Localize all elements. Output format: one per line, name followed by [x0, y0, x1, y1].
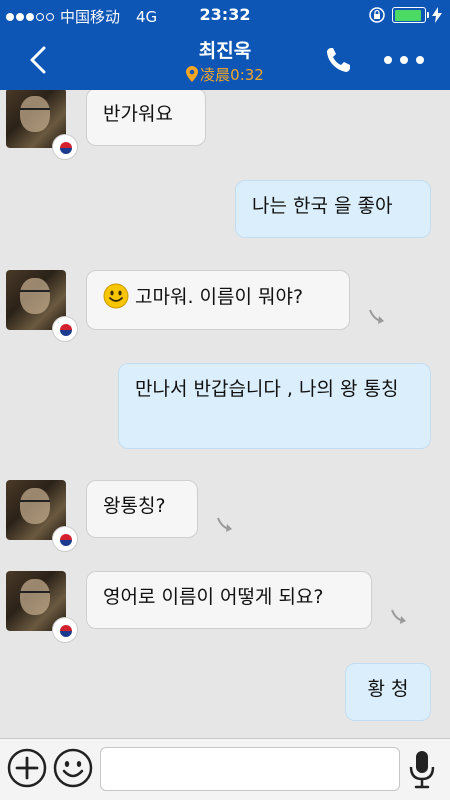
contact-avatar[interactable]: [6, 270, 78, 342]
more-dots-icon[interactable]: [384, 56, 424, 66]
battery-icon: [392, 7, 429, 23]
plus-circle-icon[interactable]: [6, 747, 48, 789]
message-bubble-outgoing[interactable]: 나는 한국 을 좋아: [235, 180, 431, 238]
korea-flag-icon: [52, 617, 78, 643]
message-bubble-incoming[interactable]: 고마워. 이름이 뭐야?: [86, 270, 350, 330]
translate-arrow-icon[interactable]: [214, 514, 236, 536]
message-input[interactable]: [100, 747, 400, 791]
microphone-icon[interactable]: [408, 749, 436, 789]
smiley-icon: [103, 283, 129, 309]
status-right: [368, 6, 442, 24]
contact-avatar[interactable]: [6, 90, 78, 160]
charging-bolt-icon: [432, 7, 442, 23]
contact-avatar[interactable]: [6, 571, 78, 643]
location-pin-icon: [186, 66, 199, 82]
phone-icon[interactable]: [324, 46, 354, 74]
korea-flag-icon: [52, 526, 78, 552]
translate-arrow-icon[interactable]: [388, 606, 410, 628]
message-bubble-outgoing[interactable]: 만나서 반갑습니다 , 나의 왕 통칭: [118, 363, 431, 449]
message-bubble-incoming[interactable]: 왕통칭?: [86, 480, 198, 538]
input-bar: [0, 738, 450, 800]
smiley-icon[interactable]: [52, 747, 94, 789]
message-list[interactable]: 반가워요 나는 한국 을 좋아 고마워. 이름이 뭐야? 만나서 반갑습니다 ,…: [0, 90, 450, 738]
message-bubble-incoming[interactable]: 영어로 이름이 어떻게 되요?: [86, 571, 372, 629]
rotation-lock-icon: [369, 7, 385, 23]
korea-flag-icon: [52, 316, 78, 342]
contact-avatar[interactable]: [6, 480, 78, 552]
contact-name: 최진욱: [198, 40, 252, 62]
translate-arrow-icon[interactable]: [366, 306, 388, 328]
chat-header: 최진욱 凌晨0:32: [0, 30, 450, 90]
status-bar: 中国移动 4G 23:32: [0, 0, 450, 30]
last-seen: 凌晨0:32: [0, 64, 450, 85]
message-bubble-incoming[interactable]: 반가워요: [86, 90, 206, 146]
korea-flag-icon: [52, 134, 78, 160]
message-bubble-outgoing[interactable]: 황 청: [345, 663, 431, 721]
last-seen-time: 凌晨0:32: [200, 66, 264, 84]
